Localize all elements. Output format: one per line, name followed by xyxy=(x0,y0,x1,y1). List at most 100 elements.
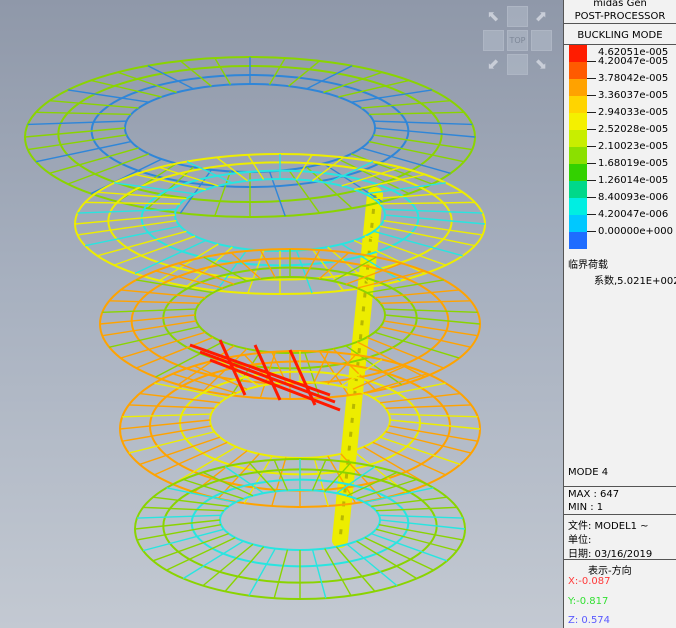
ring-level-1-web-member xyxy=(24,127,126,138)
rotate-top-left-icon[interactable]: ⬉ xyxy=(483,6,503,26)
legend-swatch xyxy=(569,147,587,164)
legend-value: 1.68019e-005 xyxy=(598,158,669,169)
direction-y: Y:-0.817 xyxy=(568,596,609,607)
legend-tick xyxy=(587,197,596,198)
mode-title: POST-PROCESSOR xyxy=(564,10,676,24)
legend-value: 2.52028e-005 xyxy=(598,124,669,135)
ring-level-1-web-member xyxy=(27,134,127,151)
ring-level-1-web-member xyxy=(368,111,465,116)
view-cube-face-left[interactable] xyxy=(483,30,504,51)
ring-level-1-web-member xyxy=(49,147,139,174)
legend-swatch xyxy=(569,96,587,113)
ring-level-1-web-member xyxy=(368,140,465,163)
ring-level-2-web-member xyxy=(373,191,463,200)
rotate-top-right-icon[interactable]: ⬈ xyxy=(531,6,551,26)
legend-swatch xyxy=(569,130,587,147)
legend-swatch xyxy=(569,198,587,215)
legend-tick xyxy=(587,112,596,113)
ring-level-3-web-member xyxy=(384,314,481,325)
ring-level-2-web-member xyxy=(85,201,181,205)
ring-level-3-web-member xyxy=(109,326,200,348)
ring-level-5-web-member xyxy=(324,548,352,596)
legend-tick xyxy=(587,231,596,232)
legend-tick xyxy=(587,129,596,130)
view-cube-face-front[interactable] xyxy=(507,54,528,75)
ring-level-5-web-member xyxy=(378,514,463,519)
ring-level-5-web-member xyxy=(335,546,376,592)
ring-level-1-web-member xyxy=(373,134,473,151)
legend-swatch xyxy=(569,232,587,249)
legend-tick xyxy=(587,61,596,62)
ring-level-3-web-member xyxy=(380,326,471,348)
ring-level-1-web-member xyxy=(268,57,286,85)
ring-level-3-web-member xyxy=(99,314,196,325)
legend-tick xyxy=(587,95,596,96)
ring-level-2-web-member xyxy=(379,201,475,205)
file-name: 文件: MODEL1 ~ xyxy=(568,521,649,532)
ring-level-2-web-member xyxy=(247,250,265,294)
legend-value: 4.20047e-005 xyxy=(598,56,669,67)
ring-level-1-web-member xyxy=(214,57,232,85)
view-cube-face-right[interactable] xyxy=(531,30,552,51)
ring-level-5-web-member xyxy=(224,546,265,592)
view-direction-title: 表示-方向 xyxy=(588,566,632,577)
legend-tick xyxy=(587,180,596,181)
legend-swatch xyxy=(569,62,587,79)
legend-tick xyxy=(587,214,596,215)
rotate-bottom-right-icon[interactable]: ⬊ xyxy=(531,54,551,74)
ring-level-1-web-member xyxy=(180,60,212,87)
result-title: BUCKLING MODE xyxy=(564,28,676,45)
model-viewport[interactable]: ⬉ ⬈ TOP ⬋ ⬊ xyxy=(0,0,563,628)
ring-level-1-web-member xyxy=(179,169,212,214)
midas-gen-window: ⬉ ⬈ TOP ⬋ ⬊ midas Gen POST-PROCESSOR BUC… xyxy=(0,0,676,628)
legend-tick xyxy=(587,78,596,79)
legend-value: 0.00000e+000 xyxy=(598,226,673,237)
legend-value: 2.10023e-005 xyxy=(598,141,669,152)
min-value: MIN : 1 xyxy=(568,502,604,513)
ring-level-2-web-member xyxy=(295,250,313,294)
ring-level-3-web-member xyxy=(374,289,460,299)
date-label: 日期: 03/16/2019 xyxy=(568,549,653,560)
ring-level-2-web-member xyxy=(379,225,476,247)
view-cube-face-back[interactable] xyxy=(507,6,528,27)
legend-value: 3.36037e-005 xyxy=(598,90,669,101)
ring-level-5-web-member xyxy=(248,548,276,596)
ring-level-4-web-member xyxy=(385,431,472,454)
ring-level-4-web-member xyxy=(388,413,478,418)
divider xyxy=(564,514,676,515)
view-cube-face-top[interactable]: TOP xyxy=(507,30,528,51)
ring-level-3-web-member xyxy=(120,289,206,299)
ring-level-1-web-member xyxy=(49,99,139,109)
max-value: MAX : 647 xyxy=(568,489,620,500)
divider xyxy=(564,486,676,487)
ring-level-4-web-member xyxy=(389,419,481,430)
ring-level-4-web-member xyxy=(128,404,215,409)
legend-swatch xyxy=(569,181,587,198)
legend-swatch xyxy=(569,113,587,130)
critical-load-factor: 系数,5.021E+002 xyxy=(594,276,676,287)
critical-load-title: 临界荷载 xyxy=(568,260,608,271)
ring-level-1-web-member xyxy=(373,120,473,126)
buckling-mode-model[interactable] xyxy=(0,0,563,628)
rotate-bottom-left-icon[interactable]: ⬋ xyxy=(483,54,503,74)
ring-level-1-web-member xyxy=(361,99,451,109)
legend-tick xyxy=(587,163,596,164)
view-cube[interactable]: ⬉ ⬈ TOP ⬋ ⬊ xyxy=(483,6,553,76)
legend-value: 3.78042e-005 xyxy=(598,73,669,84)
legend-row: 0.00000e+000 xyxy=(569,226,676,249)
legend-value: 8.40093e-006 xyxy=(598,192,669,203)
ring-level-5-web-member xyxy=(137,514,222,519)
ring-level-5-web-member xyxy=(143,506,224,512)
ring-level-3-web-member xyxy=(109,300,200,304)
ring-level-1-web-member xyxy=(35,140,132,163)
ring-level-4-web-member xyxy=(380,392,461,404)
unit-label: 单位: xyxy=(568,535,592,546)
ring-level-5-web-member xyxy=(273,459,289,491)
direction-x: X:-0.087 xyxy=(568,576,611,587)
legend-tick xyxy=(587,146,596,147)
ring-level-2-web-member xyxy=(383,208,483,214)
divider xyxy=(564,559,676,560)
ring-level-2-web-member xyxy=(97,191,187,200)
direction-z: Z: 0.574 xyxy=(568,615,611,626)
legend-swatch xyxy=(569,45,587,62)
